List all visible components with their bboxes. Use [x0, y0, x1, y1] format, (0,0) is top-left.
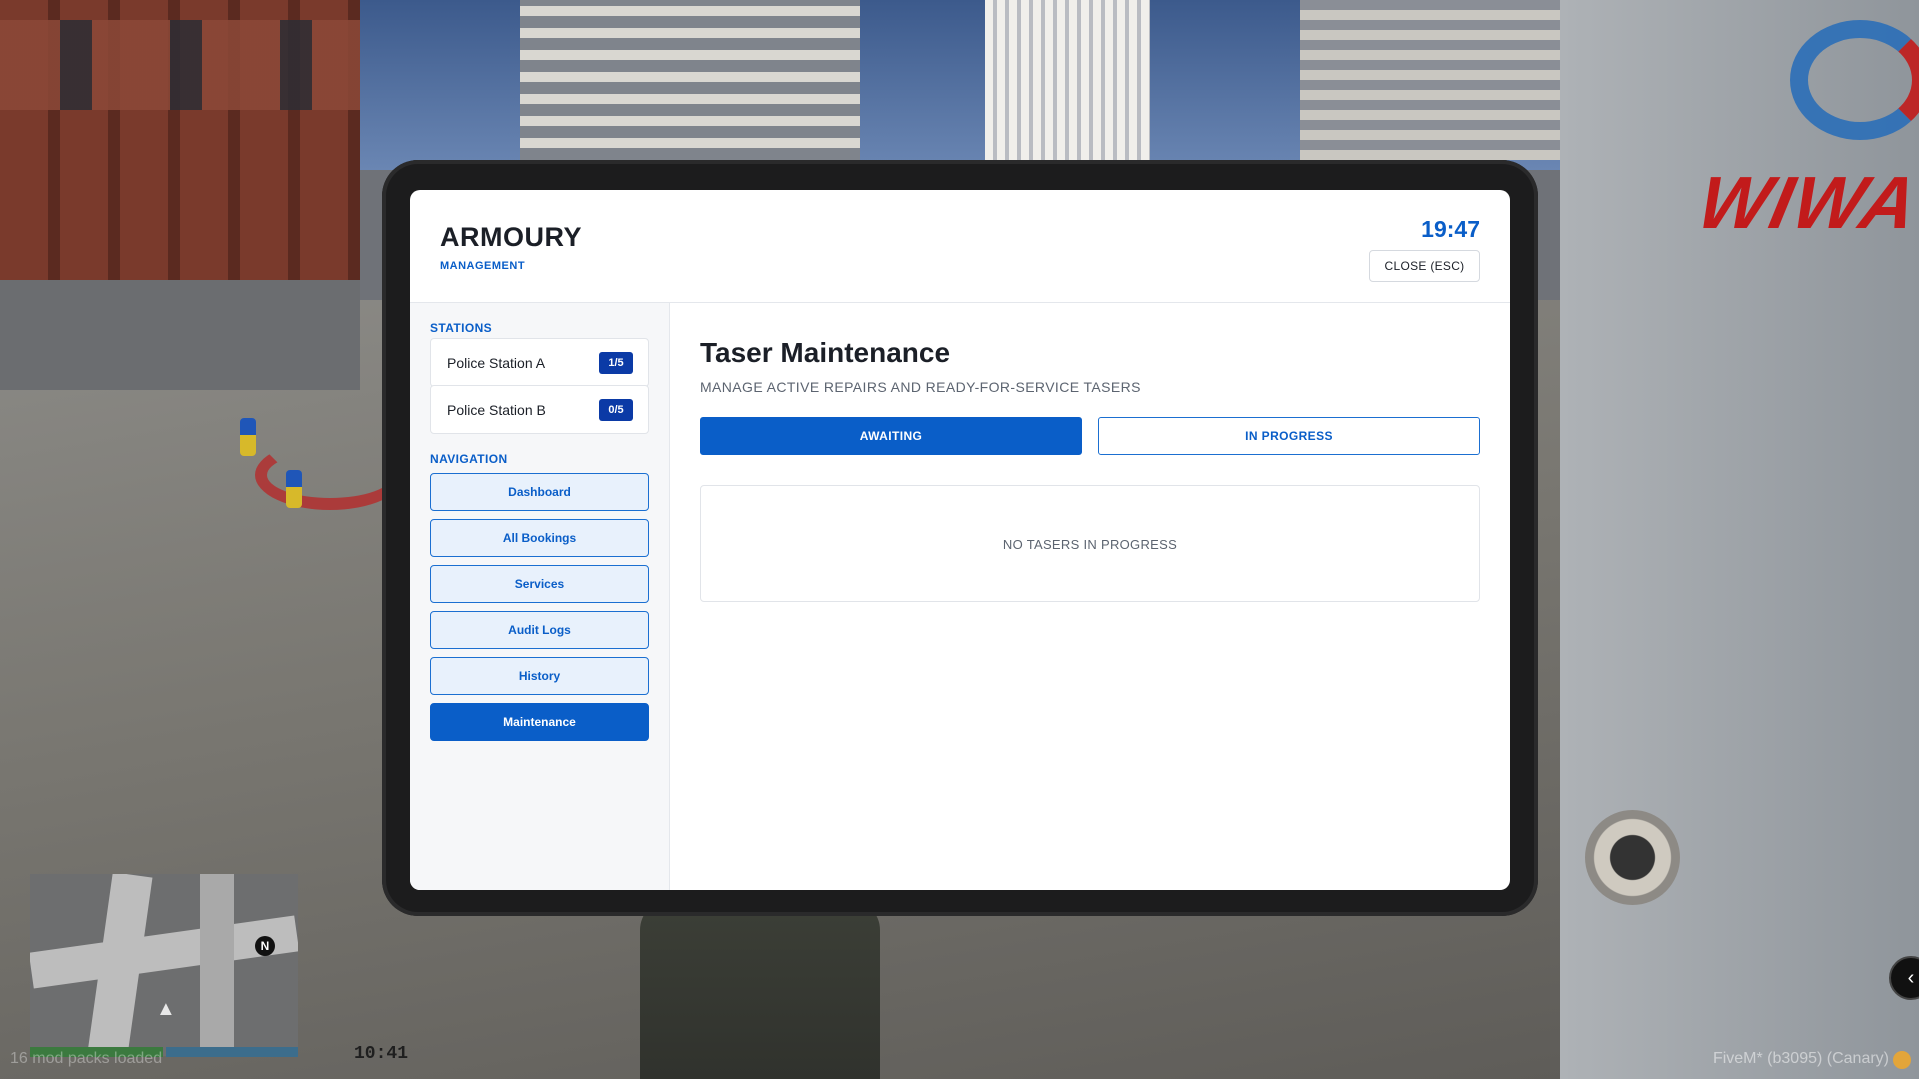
clock: 19:47 [1421, 216, 1480, 242]
tab-awaiting[interactable]: AWAITING [700, 417, 1082, 455]
office-tower [985, 0, 1150, 170]
minimap-road [200, 874, 234, 1056]
tab-in-progress[interactable]: IN PROGRESS [1098, 417, 1480, 455]
billboard-logo [1790, 20, 1919, 140]
header: ARMOURY MANAGEMENT 19:47 CLOSE (ESC) [410, 190, 1510, 303]
empty-state-message: NO TASERS IN PROGRESS [1002, 537, 1178, 552]
nav-dashboard-button[interactable]: Dashboard [430, 473, 649, 511]
billboard-text: WIWA [1691, 161, 1919, 244]
station-count-badge: 1/5 [599, 352, 633, 374]
minimap [30, 874, 298, 1056]
armoury-tablet: ARMOURY MANAGEMENT 19:47 CLOSE (ESC) STA… [410, 190, 1510, 890]
nav-audit-logs-button[interactable]: Audit Logs [430, 611, 649, 649]
nav-all-bookings-button[interactable]: All Bookings [430, 519, 649, 557]
mod-packs-status: 16 mod packs loaded [10, 1050, 163, 1067]
app-title: ARMOURY [440, 222, 582, 252]
sidebar: STATIONS Police Station A 1/5 Police Sta… [410, 303, 670, 890]
close-button[interactable]: CLOSE (ESC) [1369, 250, 1480, 282]
nav-history-button[interactable]: History [430, 657, 649, 695]
player-arrow-icon: ▲ [156, 998, 176, 1020]
pipe-outlet [1585, 810, 1680, 905]
game-clock: 10:41 [354, 1044, 409, 1064]
fivem-icon [1893, 1051, 1911, 1069]
bollard [286, 470, 302, 508]
page-subtitle: MANAGE ACTIVE REPAIRS AND READY-FOR-SERV… [700, 379, 1141, 395]
client-version: FiveM* (b3095) (Canary) [1712, 1050, 1889, 1067]
station-item-b[interactable]: Police Station B 0/5 [430, 385, 649, 434]
office-tower [1300, 0, 1600, 160]
player-character [640, 900, 880, 1079]
station-item-a[interactable]: Police Station A 1/5 [430, 338, 649, 387]
station-name: Police Station A [447, 355, 546, 371]
nav-services-button[interactable]: Services [430, 565, 649, 603]
minimap-north-icon: N [255, 936, 275, 956]
page-title: Taser Maintenance [700, 337, 951, 368]
main-content: Taser Maintenance MANAGE ACTIVE REPAIRS … [671, 303, 1510, 890]
stations-label: STATIONS [430, 321, 493, 335]
station-count-badge: 0/5 [599, 399, 633, 421]
app-subtitle: MANAGEMENT [440, 260, 526, 272]
tasers-list-panel: NO TASERS IN PROGRESS [700, 485, 1480, 602]
armor-bar [165, 1047, 298, 1057]
rooftop-unit [0, 280, 360, 390]
office-tower [520, 0, 860, 170]
brick-building-windows [0, 20, 360, 110]
station-name: Police Station B [447, 402, 546, 418]
nav-maintenance-button[interactable]: Maintenance [430, 703, 649, 741]
bollard [240, 418, 256, 456]
navigation-label: NAVIGATION [430, 452, 508, 466]
